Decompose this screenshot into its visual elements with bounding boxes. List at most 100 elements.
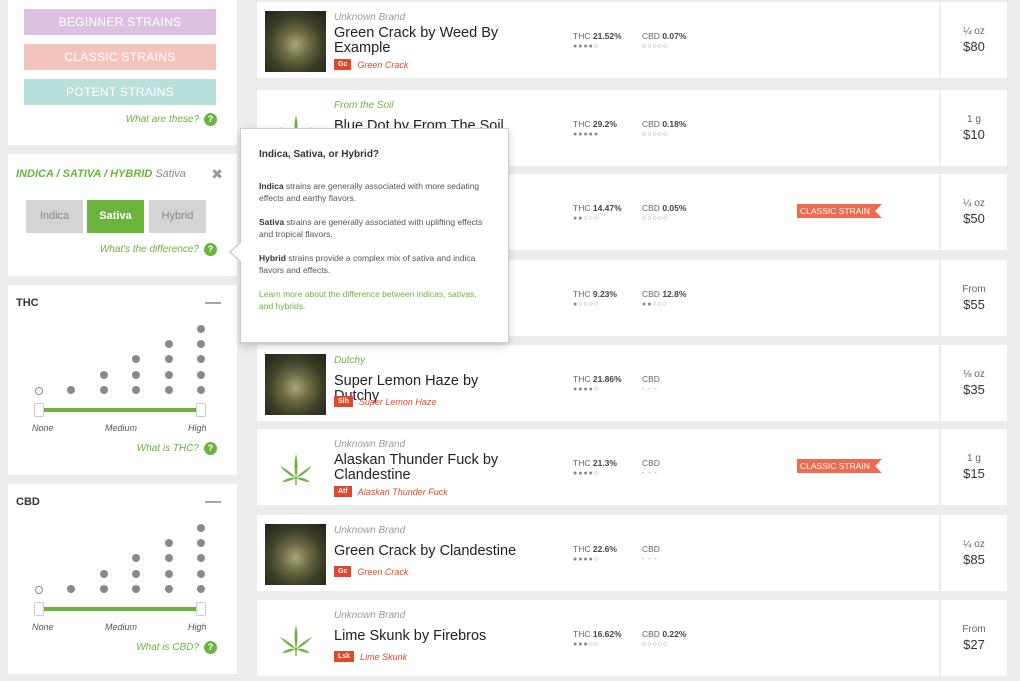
product-name[interactable]: Green Crack by Weed By Example: [334, 26, 524, 56]
close-icon[interactable]: ✖: [211, 166, 223, 183]
thc-slider-track[interactable]: [40, 408, 202, 412]
cbd-slider-track[interactable]: [40, 607, 202, 611]
price-box[interactable]: 1 g $15: [941, 429, 1007, 505]
strain-tag[interactable]: Gc Green Crack: [334, 59, 408, 70]
strain-tag[interactable]: Atf Alaskan Thunder Fuck: [334, 486, 448, 497]
price-quantity: ⅛ oz: [963, 369, 985, 380]
price-amount: $35: [963, 382, 985, 397]
product-row[interactable]: Unknown Brand Green Crack by Clandestine G…: [257, 515, 1007, 591]
thc-value: THC 22.6%: [573, 544, 617, 554]
beginner-strains-button[interactable]: BEGINNER STRAINS: [24, 9, 216, 35]
what-is-cbd-link[interactable]: What is CBD? ?: [136, 641, 217, 654]
price-box[interactable]: 1 g $10: [941, 90, 1007, 166]
question-icon: ?: [204, 641, 217, 654]
sativa-toggle[interactable]: Sativa: [87, 200, 144, 233]
price-quantity: From: [962, 284, 986, 295]
product-photo[interactable]: [265, 524, 326, 585]
product-card[interactable]: Unknown Brand Alaskan Thunder Fuck by Cla…: [257, 429, 939, 505]
price-box[interactable]: From $27: [941, 600, 1007, 676]
strain-abbr: Slh: [334, 396, 353, 407]
price-amount: $85: [963, 552, 985, 567]
thc-slider-min-handle[interactable]: [34, 403, 44, 417]
price-quantity: 1 g: [967, 114, 981, 125]
what-is-thc-link[interactable]: What is THC? ?: [137, 442, 217, 455]
strain-tag[interactable]: Lsk Lime Skunk: [334, 651, 407, 662]
learn-more-link[interactable]: Learn more about the difference between …: [259, 288, 490, 312]
question-icon: ?: [204, 113, 217, 126]
strain-abbr: Gc: [334, 59, 352, 70]
price-box[interactable]: ¼ oz $50: [941, 174, 1007, 250]
collapse-icon[interactable]: —: [205, 294, 221, 312]
popover-indica-text: Indica strains are generally associated …: [259, 181, 480, 203]
cbd-filter-panel: CBD — None Medium High What is CBD? ?: [8, 484, 237, 674]
help-text: What are these?: [125, 114, 199, 125]
cbd-filter-title: CBD: [16, 496, 40, 508]
cannabis-leaf-icon: [265, 438, 326, 499]
price-amount: $27: [963, 637, 985, 652]
what-are-these-link[interactable]: What are these? ?: [126, 113, 217, 126]
thc-scale-high: High: [188, 423, 207, 433]
indica-toggle[interactable]: Indica: [26, 200, 83, 233]
product-row[interactable]: Unknown Brand Lime Skunk by Firebros Lsk Li…: [257, 600, 1007, 676]
thc-value: THC 21.52%: [573, 31, 622, 41]
cbd-slider-max-handle[interactable]: [196, 602, 206, 616]
cannabis-leaf-icon: [265, 609, 326, 670]
hybrid-toggle[interactable]: Hybrid: [149, 200, 206, 233]
cbd-value: CBD: [642, 544, 660, 554]
thc-level-circles: ●○○○○: [573, 301, 600, 308]
cbd-scale-low: None: [32, 622, 54, 632]
cbd-value: CBD: [642, 374, 660, 384]
classic-strain-badge: CLASSIC STRAIN: [797, 204, 882, 218]
price-amount: $55: [963, 297, 985, 312]
cbd-slider-min-handle[interactable]: [34, 602, 44, 616]
whats-the-difference-link[interactable]: What's the difference? ?: [100, 243, 217, 256]
product-row[interactable]: Dutchy Super Lemon Haze by Dutchy Slh Super…: [257, 345, 1007, 421]
product-row[interactable]: Unknown Brand Green Crack by Weed By Exam…: [257, 2, 1007, 78]
thc-filter-panel: THC — None Medium High What is THC? ?: [8, 285, 237, 475]
thc-value: THC 29.2%: [573, 119, 617, 129]
potent-strains-button[interactable]: POTENT STRAINS: [24, 79, 216, 105]
cbd-level-circles: ○○○○○: [642, 215, 669, 222]
product-card[interactable]: Unknown Brand Green Crack by Weed By Exam…: [257, 2, 939, 78]
product-photo[interactable]: [265, 11, 326, 72]
product-card[interactable]: Unknown Brand Green Crack by Clandestine G…: [257, 515, 939, 591]
thc-scale-mid: Medium: [105, 423, 138, 433]
cbd-level-circles: ○○○○○: [642, 131, 669, 138]
product-name[interactable]: Lime Skunk by Firebros: [334, 629, 524, 644]
strain-tag[interactable]: Gc Green Crack: [334, 566, 408, 577]
classic-strains-button[interactable]: CLASSIC STRAINS: [24, 44, 216, 70]
strain-name: Alaskan Thunder Fuck: [357, 486, 448, 497]
popover-title: Indica, Sativa, or Hybrid?: [259, 149, 380, 160]
price-box[interactable]: ¼ oz $85: [941, 515, 1007, 591]
price-box[interactable]: ⅛ oz $35: [941, 345, 1007, 421]
price-quantity: ¼ oz: [963, 26, 985, 37]
thc-filter-title: THC: [16, 297, 39, 309]
product-card[interactable]: Unknown Brand Lime Skunk by Firebros Lsk Li…: [257, 600, 939, 676]
type-info-popover: Indica, Sativa, or Hybrid? Indica strain…: [229, 128, 509, 343]
thc-slider-max-handle[interactable]: [196, 403, 206, 417]
product-card[interactable]: Dutchy Super Lemon Haze by Dutchy Slh Super…: [257, 345, 939, 421]
thc-level-circles: ●●●●○: [573, 386, 600, 393]
thc-level-circles: ●●●○○: [573, 641, 600, 648]
price-box[interactable]: From $55: [941, 260, 1007, 336]
product-row[interactable]: Unknown Brand Alaskan Thunder Fuck by Cla…: [257, 429, 1007, 505]
type-filter-panel: INDICA / SATIVA / HYBRID Sativa ✖ Indica…: [8, 154, 237, 276]
strain-abbr: Lsk: [334, 651, 355, 662]
product-photo[interactable]: [265, 354, 326, 415]
collapse-icon[interactable]: —: [205, 493, 221, 511]
thc-value: THC 21.86%: [573, 374, 622, 384]
cbd-scale-mid: Medium: [105, 622, 138, 632]
thc-value: THC 9.23%: [573, 289, 617, 299]
product-name[interactable]: Green Crack by Clandestine: [334, 544, 524, 559]
price-quantity: From: [962, 624, 986, 635]
strain-tag[interactable]: Slh Super Lemon Haze: [334, 396, 436, 407]
popover-hybrid-text: Hybrid strains provide a complex mix of …: [259, 253, 476, 275]
product-name[interactable]: Alaskan Thunder Fuck by Clandestine: [334, 453, 524, 483]
cbd-level-circles: ○○○○○: [642, 641, 669, 648]
price-box[interactable]: ¼ oz $80: [941, 2, 1007, 78]
strain-abbr: Atf: [334, 486, 352, 497]
product-brand: Unknown Brand: [334, 610, 406, 621]
thc-value: THC 16.62%: [573, 629, 622, 639]
thc-level-circles: ●●○○○: [573, 215, 600, 222]
question-icon: ?: [204, 442, 217, 455]
